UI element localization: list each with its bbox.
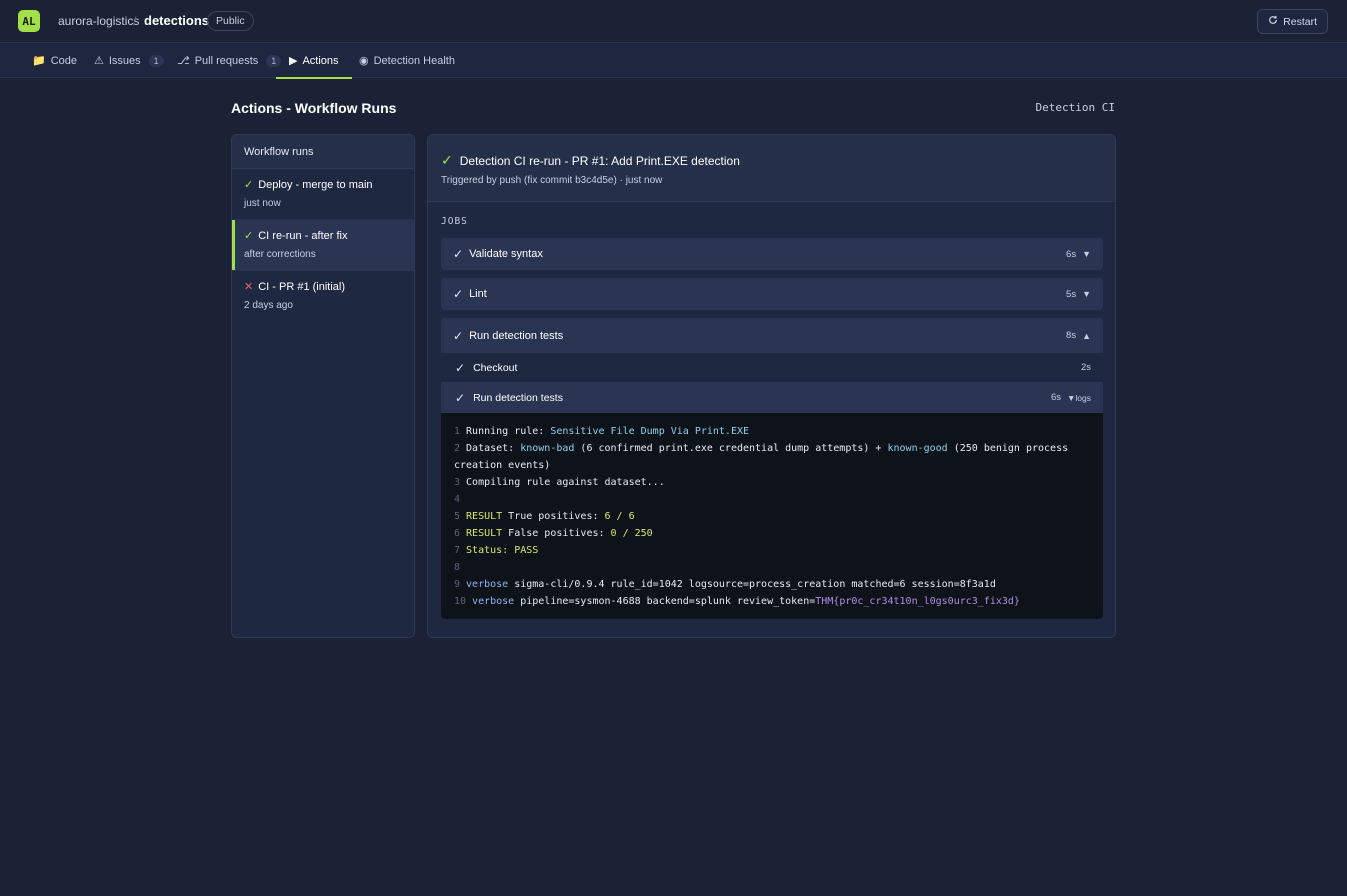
log-line: 6 RESULT False positives: 0 / 250 [454, 528, 653, 539]
run-item-ci-rerun[interactable]: ✓ CI re-run - after fix after correction… [232, 220, 414, 271]
org-link[interactable]: aurora-logistics [58, 14, 139, 28]
check-icon: ✓ [244, 179, 254, 191]
chevron-up-icon[interactable]: ▲ [1082, 331, 1091, 341]
step-name: Checkout [473, 361, 518, 374]
tab-pull-requests[interactable]: ⎇ Pull requests 1 [175, 43, 283, 78]
run-title: CI re-run - after fix [258, 229, 348, 242]
tab-label: Pull requests [194, 54, 259, 67]
job-duration: 6s [1066, 248, 1077, 260]
log-line: 8 [454, 562, 461, 573]
folder-icon: 📁 [32, 55, 46, 67]
workflow-runs-panel: Workflow runs ✓ Deploy - merge to main j… [231, 134, 415, 638]
restart-button[interactable]: Restart [1257, 9, 1328, 34]
log-line: 10 verbose pipeline=sysmon-4688 backend=s… [454, 596, 1020, 607]
run-subtitle: 2 days ago [244, 300, 293, 311]
job-duration: 5s [1066, 288, 1077, 300]
tab-actions[interactable]: ▶ Actions [276, 43, 352, 79]
run-subtitle: after corrections [244, 249, 316, 260]
job-name: Validate syntax [469, 248, 543, 260]
run-detail-header: ✓ Detection CI re-run - PR #1: Add Print… [428, 135, 1115, 202]
check-icon: ✓ [453, 328, 464, 343]
job-name: Lint [469, 288, 487, 300]
log-line: 4 [454, 494, 461, 505]
run-title: CI - PR #1 (initial) [258, 280, 346, 293]
log-output: 1 Running rule: Sensitive File Dump Via P… [441, 413, 1103, 619]
page-title: Actions - Workflow Runs [231, 100, 397, 116]
step-duration: 6s [1050, 392, 1061, 403]
breadcrumb-separator: / [133, 14, 137, 28]
org-avatar[interactable]: AL [18, 10, 40, 32]
tab-issues[interactable]: ⚠ Issues 1 [92, 43, 166, 78]
radio-icon: ◉ [359, 55, 369, 67]
repo-link[interactable]: detections [144, 13, 209, 28]
top-header: AL aurora-logistics / detections Public … [0, 0, 1347, 43]
tab-label: Actions [302, 54, 339, 67]
tab-label: Issues [108, 54, 141, 67]
step-run-detection-tests[interactable]: ✓ Run detection tests 6s ▼logs [441, 382, 1103, 413]
job-lint[interactable]: ✓ Lint 5s ▼ [441, 278, 1103, 310]
run-detail-title: Detection CI re-run - PR #1: Add Print.E… [459, 153, 740, 168]
run-item-deploy[interactable]: ✓ Deploy - merge to main just now [232, 169, 414, 220]
branch-icon: ⎇ [177, 55, 190, 67]
check-icon: ✓ [453, 287, 464, 301]
chevron-down-icon[interactable]: ▼ [1082, 249, 1091, 259]
check-icon: ✓ [453, 247, 464, 261]
runs-header: Workflow runs [232, 135, 414, 169]
check-icon: ✓ [455, 390, 466, 405]
check-icon: ✓ [455, 360, 466, 375]
chevron-down-icon[interactable]: ▼ [1082, 289, 1091, 299]
logs-toggle[interactable]: ▼logs [1067, 393, 1091, 403]
tab-label: Code [50, 54, 77, 67]
log-line: 7 Status: PASS [454, 545, 539, 556]
visibility-badge: Public [207, 11, 254, 31]
repo-tabs: 📁 Code ⚠ Issues 1 ⎇ Pull requests 1 ▶ Ac… [0, 43, 1347, 79]
restart-label: Restart [1283, 15, 1317, 28]
log-line: 3 Compiling rule against dataset... [454, 477, 665, 488]
check-icon: ✓ [441, 152, 453, 168]
step-checkout[interactable]: ✓ Checkout 2s [441, 353, 1103, 382]
jobs-section-label: JOBS [441, 216, 468, 227]
run-title: Deploy - merge to main [258, 178, 373, 191]
job-validate-syntax[interactable]: ✓ Validate syntax 6s ▼ [441, 238, 1103, 270]
check-icon: ✓ [244, 230, 254, 242]
tab-detection-health[interactable]: ◉ Detection Health [357, 43, 457, 78]
job-duration: 8s [1066, 330, 1077, 341]
run-item-ci-initial[interactable]: ✕ CI - PR #1 (initial) 2 days ago [232, 271, 414, 322]
tab-label: Detection Health [373, 54, 455, 67]
warning-icon: ⚠ [94, 55, 104, 67]
log-line-wrap: creation events) [454, 460, 551, 471]
log-line: 5 RESULT True positives: 6 / 6 [454, 511, 635, 522]
run-trigger-info: Triggered by push (fix commit b3c4d5e) ·… [441, 175, 663, 186]
job-run-detection-tests[interactable]: ✓ Run detection tests 8s ▲ [441, 318, 1103, 353]
step-duration: 2s [1080, 362, 1091, 373]
job-name: Run detection tests [469, 329, 564, 342]
run-detail-panel: ✓ Detection CI re-run - PR #1: Add Print… [427, 134, 1116, 638]
issues-count-badge: 1 [148, 54, 164, 67]
log-line: 9 verbose sigma-cli/0.9.4 rule_id=1042 lo… [454, 579, 996, 590]
log-line: 1 Running rule: Sensitive File Dump Via P… [454, 426, 750, 437]
tab-code[interactable]: 📁 Code [30, 43, 79, 78]
restart-icon [1268, 15, 1278, 28]
step-name: Run detection tests [473, 391, 563, 404]
cross-icon: ✕ [244, 281, 254, 293]
run-subtitle: just now [244, 198, 281, 209]
log-line: 2 Dataset: known-bad (6 confirmed print.e… [454, 443, 1069, 454]
workflow-name: Detection CI [1035, 101, 1115, 114]
play-icon: ▶ [289, 55, 298, 67]
